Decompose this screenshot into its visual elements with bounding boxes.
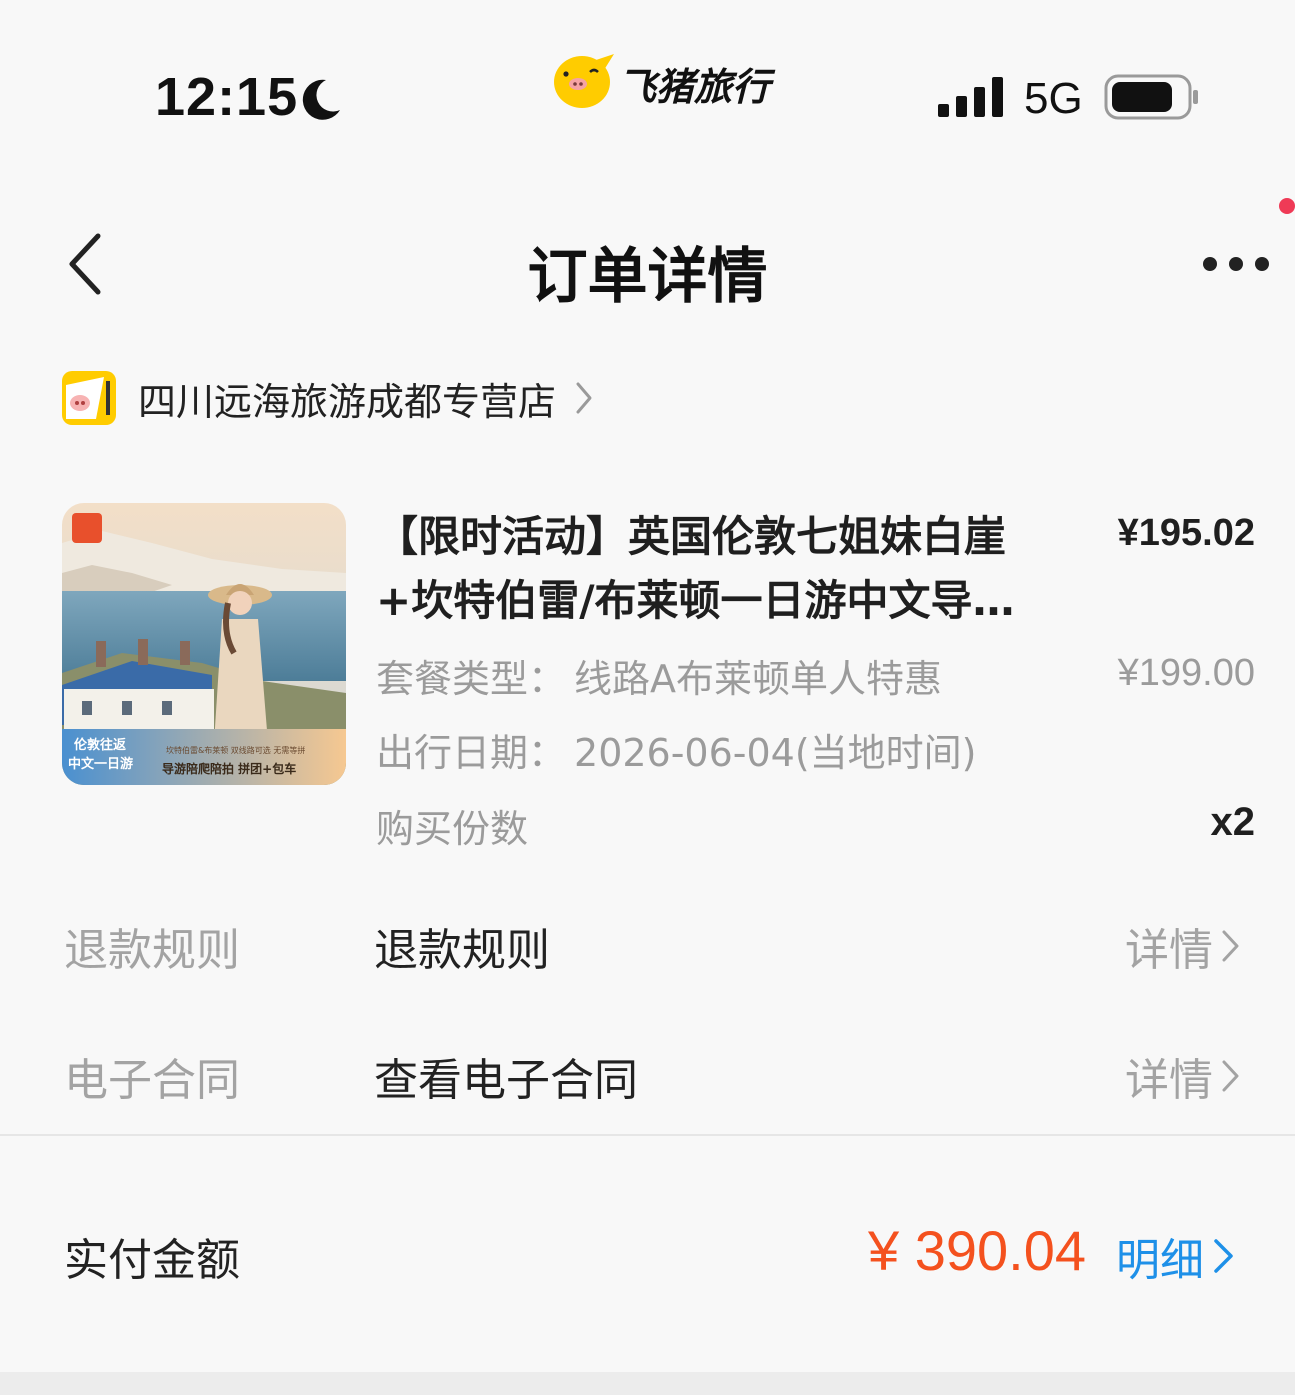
package-type-row: 套餐类型： 线路A布莱顿单人特惠 (376, 648, 942, 703)
pig-logo-icon (554, 54, 614, 108)
product-price: ¥195.02 (1117, 512, 1255, 554)
package-type-label: 套餐类型： (376, 657, 567, 701)
refund-rules-value: 退款规则 (374, 925, 550, 976)
page-title: 订单详情 (527, 242, 768, 312)
travel-date-value: 2026-06-04(当地时间) (574, 731, 977, 775)
package-type-value: 线路A布莱顿单人特惠 (574, 657, 943, 701)
shop-link[interactable]: 四川远海旅游成都专营店 (62, 370, 598, 426)
e-contract-detail-link[interactable]: 详情 (1125, 1044, 1243, 1108)
divider (0, 1134, 1295, 1136)
brand-name: 飞猪旅行 (618, 65, 771, 109)
chevron-right-icon (1214, 1239, 1233, 1273)
product-thumbnail[interactable]: 伦敦往返 中文一日游 坎特伯雷&布莱顿 双线路可选 无需等拼 导游陪爬陪拍 拼团… (62, 503, 346, 785)
refund-rules-detail-link[interactable]: 详情 (1125, 914, 1243, 978)
product-title[interactable]: 【限时活动】英国伦敦七姐妹白崖+坎特伯雷/布莱顿一日游中文导游陪爬陪拍拼团+包车 (376, 505, 1036, 633)
total-paid-amount: ¥ 390.04 (868, 1219, 1086, 1282)
quantity-value: x2 (1210, 800, 1256, 844)
battery-icon (1104, 74, 1198, 120)
quantity-row: 购买份数 (376, 798, 528, 853)
image-tagline: 坎特伯雷&布莱顿 双线路可选 无需等拼 (166, 745, 305, 755)
e-contract-label: 电子合同 (64, 1055, 240, 1106)
product-image: 伦敦往返 中文一日游 坎特伯雷&布莱顿 双线路可选 无需等拼 导游陪爬陪拍 拼团… (62, 503, 346, 785)
network-label: 5G (1024, 74, 1083, 123)
package-price: ¥199.00 (1117, 652, 1255, 694)
travel-date-row: 出行日期： 2026-06-04(当地时间) (376, 722, 977, 777)
image-badge-line-2: 中文一日游 (68, 756, 133, 772)
image-badge-line-1: 伦敦往返 (74, 737, 126, 753)
image-caption: 导游陪爬陪拍 拼团+包车 (162, 761, 296, 776)
bottom-bar (0, 1372, 1295, 1395)
moon-icon (302, 79, 340, 120)
more-icon[interactable] (1198, 250, 1274, 278)
refund-rules-row[interactable]: 退款规则 退款规则 详情 (0, 906, 1295, 976)
price-breakdown-link[interactable]: 明细 (1116, 1224, 1238, 1288)
quantity-label: 购买份数 (376, 807, 529, 851)
contract-detail-label: 详情 (1125, 1055, 1213, 1106)
signal-icon (938, 77, 1003, 117)
price-breakdown-label: 明细 (1116, 1235, 1204, 1286)
shop-name: 四川远海旅游成都专营店 (138, 379, 557, 424)
notification-dot (1279, 198, 1295, 214)
chevron-right-icon (1222, 1060, 1239, 1092)
total-paid-label: 实付金额 (64, 1235, 240, 1286)
refund-rules-label: 退款规则 (64, 925, 240, 976)
e-contract-value: 查看电子合同 (374, 1055, 638, 1106)
chevron-right-icon (576, 382, 592, 414)
e-contract-row[interactable]: 电子合同 查看电子合同 详情 (0, 1036, 1295, 1106)
travel-date-label: 出行日期： (376, 731, 567, 775)
refund-detail-label: 详情 (1125, 925, 1213, 976)
order-detail-page: 12:15 飞猪旅行 5G 订单详情 四川远海旅游成都专营店 伦敦往返 中文一日… (0, 0, 1295, 1395)
shop-logo-icon (62, 371, 116, 425)
chevron-right-icon (1222, 930, 1239, 962)
status-time: 12:15 (155, 67, 299, 127)
